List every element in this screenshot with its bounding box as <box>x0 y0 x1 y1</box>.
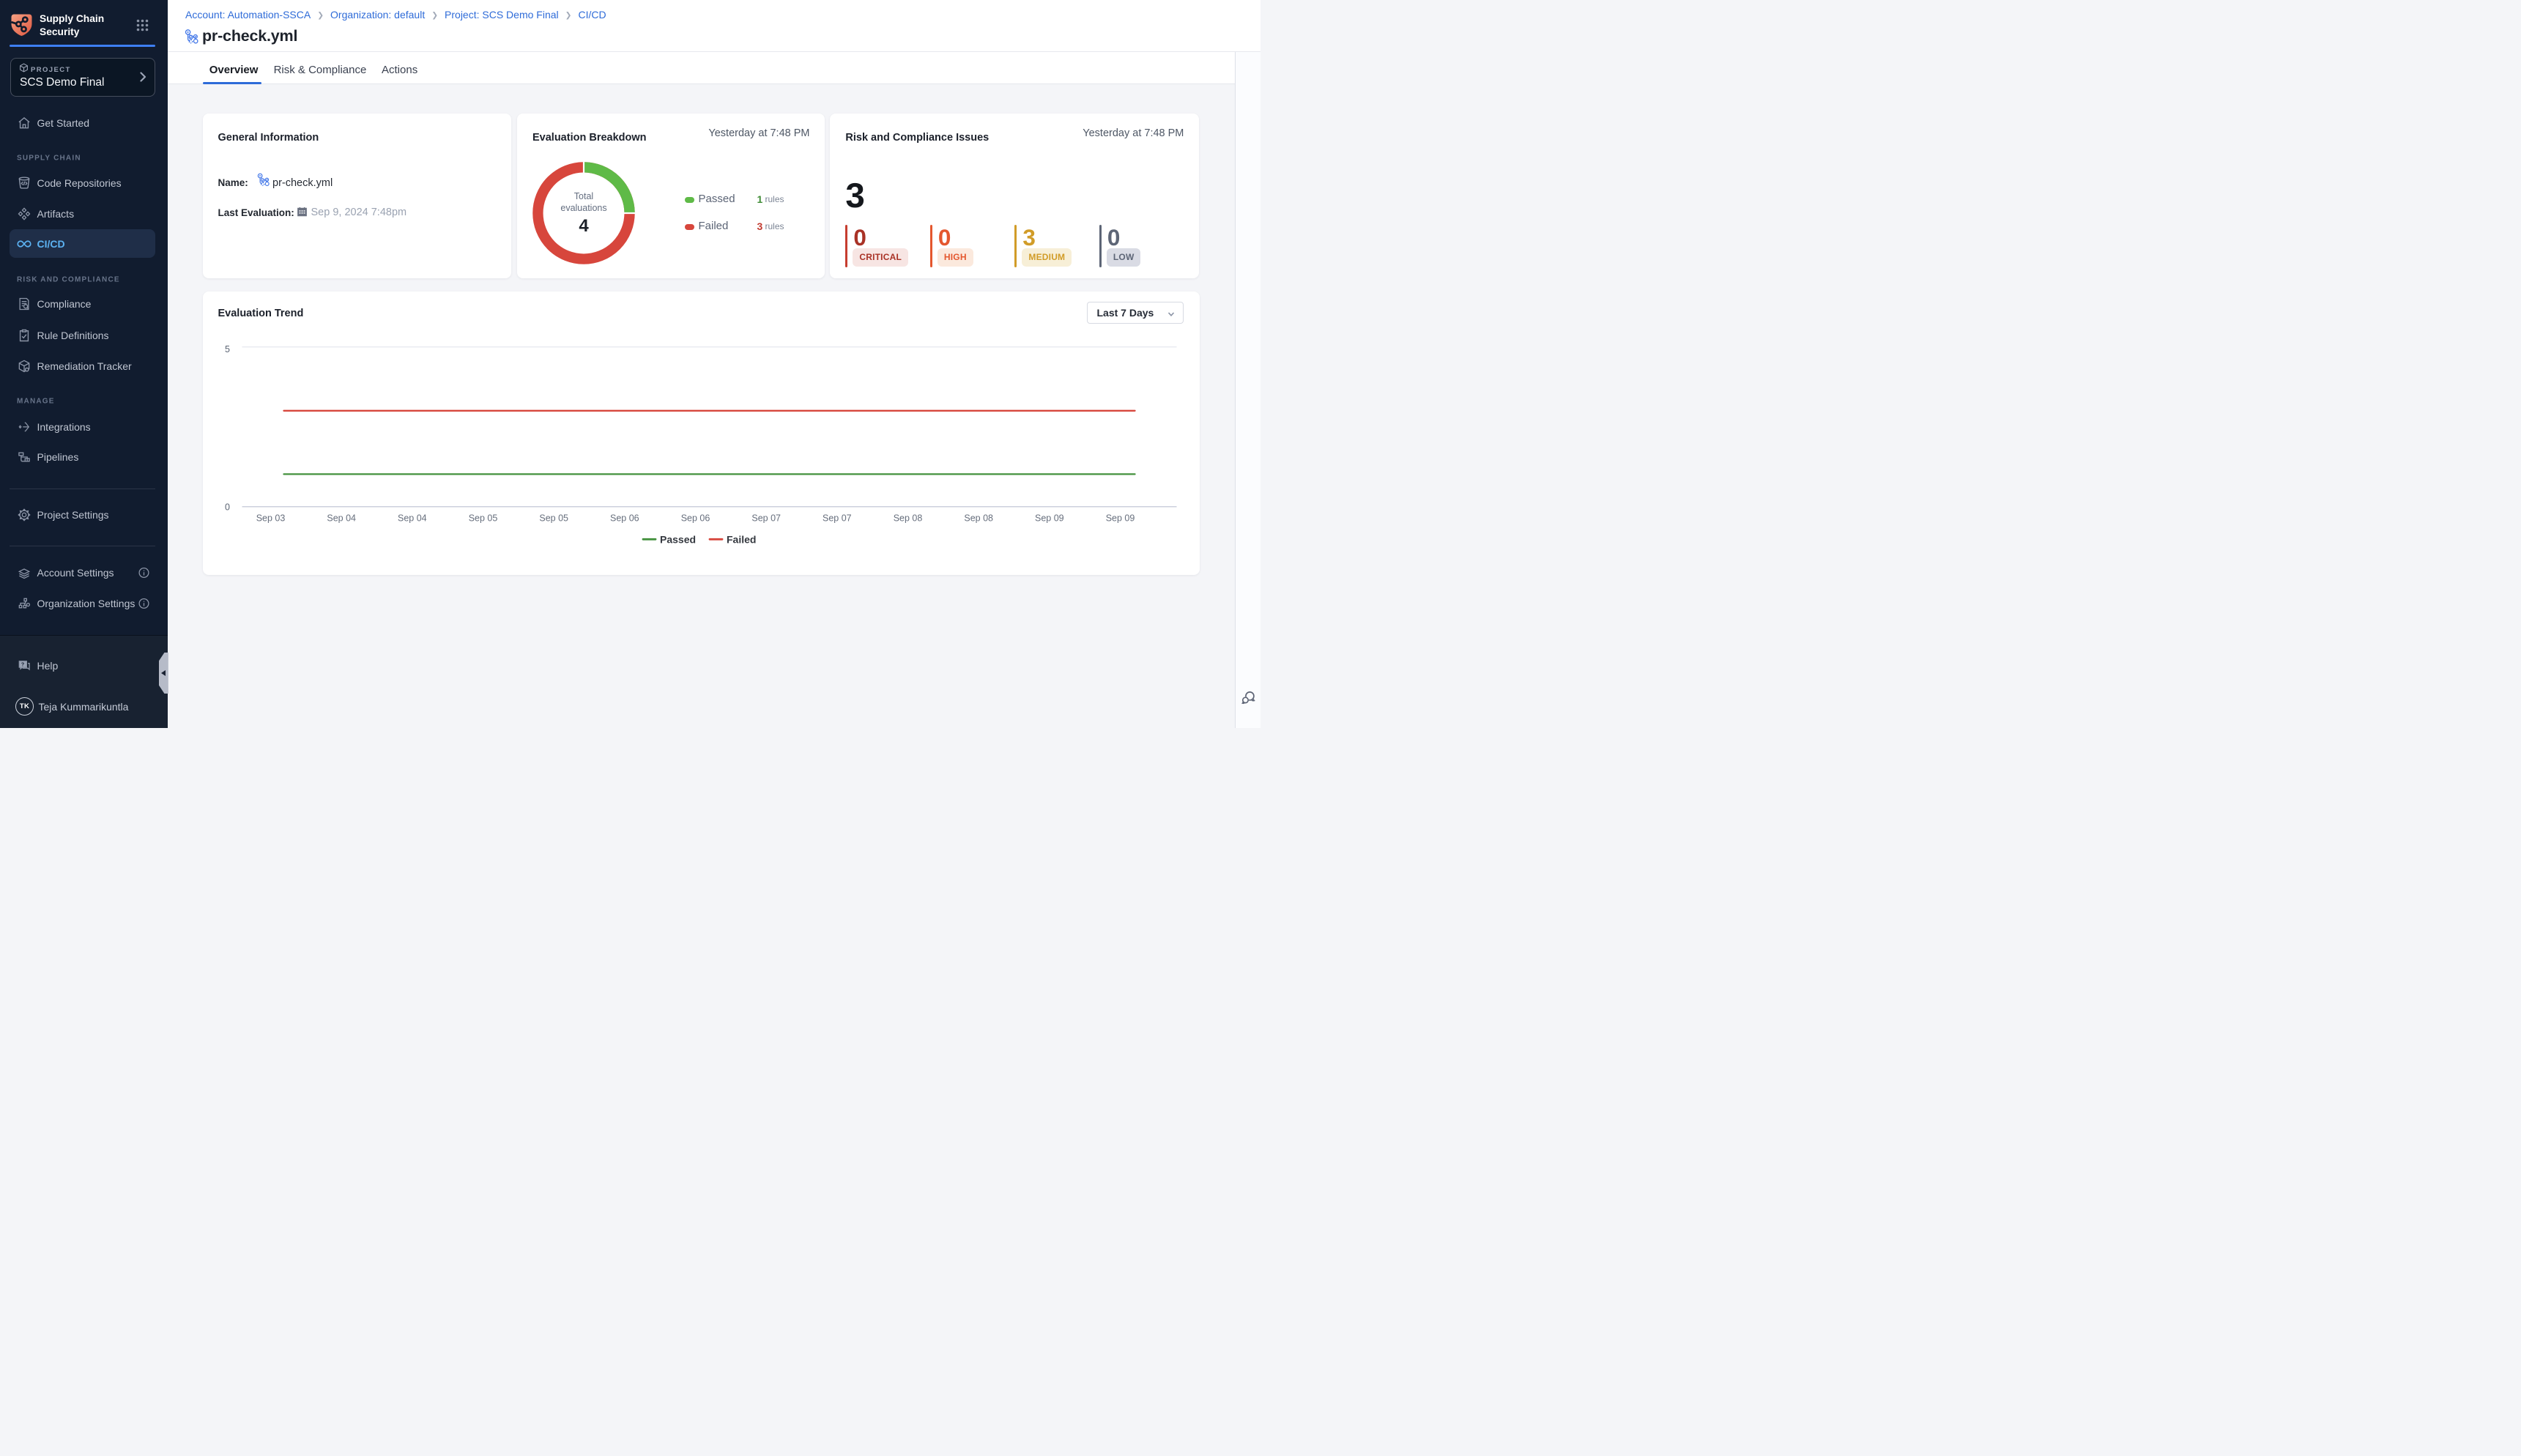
svg-text:Sep 07: Sep 07 <box>751 513 781 523</box>
svg-text:Sep 06: Sep 06 <box>609 513 639 523</box>
svg-text:Sep 05: Sep 05 <box>468 513 497 523</box>
svg-text:Sep 04: Sep 04 <box>397 513 426 523</box>
svg-text:Sep 05: Sep 05 <box>539 513 568 523</box>
svg-text:5: 5 <box>225 344 230 354</box>
svg-text:Sep 07: Sep 07 <box>822 513 851 523</box>
svg-text:0: 0 <box>225 502 230 512</box>
svg-text:Sep 09: Sep 09 <box>1034 513 1063 523</box>
svg-text:?: ? <box>21 661 24 667</box>
svg-text:Sep 06: Sep 06 <box>680 513 710 523</box>
svg-text:Failed: Failed <box>727 533 756 545</box>
svg-text:Sep 08: Sep 08 <box>964 513 993 523</box>
svg-text:Sep 04: Sep 04 <box>327 513 356 523</box>
svg-text:Sep 09: Sep 09 <box>1105 513 1135 523</box>
svg-text:Sep 03: Sep 03 <box>256 513 285 523</box>
svg-text:Sep 08: Sep 08 <box>893 513 922 523</box>
svg-text:Passed: Passed <box>660 533 696 545</box>
